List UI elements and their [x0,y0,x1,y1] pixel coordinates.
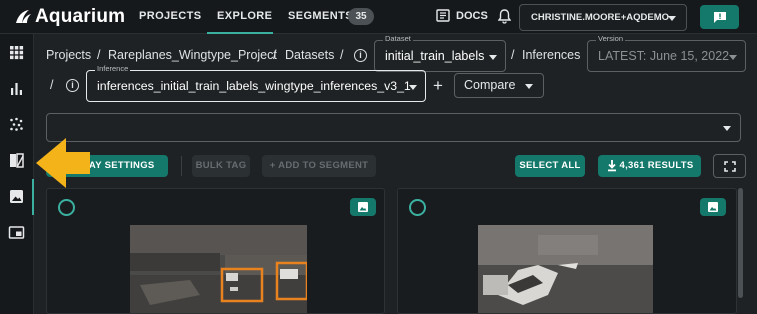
breadcrumb-datasets[interactable]: Datasets [285,48,334,62]
compare-label: Compare [464,78,516,92]
version-select-legend: Version [596,34,626,43]
compare-icon[interactable] [8,152,25,169]
result-card[interactable] [397,188,737,314]
logo-text: Aquarium [35,6,126,27]
user-menu-button[interactable]: CHRISTINE.MOORE+AQDEMO [519,4,687,31]
breadcrumb-projects[interactable]: Projects [46,48,91,62]
docs-link[interactable]: DOCS [436,9,488,22]
inference-select[interactable]: Inference inferences_initial_train_label… [86,64,426,102]
docs-icon [436,9,450,22]
fullscreen-button[interactable] [713,154,746,178]
select-checkbox[interactable] [409,199,426,216]
select-checkbox[interactable] [58,199,75,216]
user-label: CHRISTINE.MOORE+AQDEMO [531,12,670,23]
chevron-down-icon [729,55,737,60]
results-button[interactable]: 4,361 RESULTS [598,155,701,177]
bell-icon[interactable] [498,9,511,24]
aquarium-logo-icon [16,10,31,23]
aerial-image [478,225,653,313]
top-navigation-bar: Aquarium PROJECTS EXPLORE SEGMENTS 35 DO… [0,0,757,34]
nav-explore[interactable]: EXPLORE [217,10,272,22]
select-all-button[interactable]: SELECT ALL [515,155,585,177]
breadcrumb-inferences[interactable]: Inferences [522,48,580,62]
breadcrumb-separator: / [97,48,101,62]
breadcrumb-separator: / [511,48,515,62]
feedback-icon [713,11,726,23]
fullscreen-icon [724,161,736,172]
scatter-icon[interactable] [8,116,25,133]
image-badge-icon[interactable] [350,198,376,216]
version-select-value: LATEST: June 15, 2022 [598,49,730,63]
feedback-button[interactable] [700,5,739,29]
filter-input[interactable] [46,113,741,142]
arrow-annotation-icon [36,138,90,188]
image-badge-icon[interactable] [700,198,726,216]
add-to-segment-button[interactable]: + ADD TO SEGMENT [262,155,376,177]
breadcrumb-separator: / [273,48,277,62]
chevron-down-icon [489,55,497,60]
sidebar-active-indicator [32,179,34,215]
dataset-select-value: initial_train_labels [385,49,485,63]
dataset-select[interactable]: Dataset initial_train_labels [374,34,506,72]
breadcrumb-separator: / [340,48,344,62]
add-inference-icon[interactable]: + [433,76,443,96]
bulk-tag-button[interactable]: BULK TAG [192,155,250,177]
bar-chart-icon[interactable] [8,80,25,97]
dataset-info-icon[interactable]: i [354,49,367,62]
version-select[interactable]: Version LATEST: June 15, 2022 [587,34,746,72]
chevron-down-icon [409,85,417,90]
logo[interactable]: Aquarium [14,6,125,28]
docs-label: DOCS [456,9,488,22]
sidebar [0,34,34,314]
inference-select-value: inferences_initial_train_labels_wingtype… [97,79,411,93]
chevron-down-icon [668,16,676,21]
result-thumbnail[interactable] [478,225,653,313]
nav-projects[interactable]: PROJECTS [139,10,202,22]
image-icon[interactable] [8,188,25,205]
inference-info-icon[interactable]: i [66,79,79,92]
download-icon [608,160,616,172]
compare-button[interactable]: Compare [454,73,544,98]
results-scrollbar[interactable] [738,188,743,298]
nav-active-indicator [207,32,273,34]
breadcrumb-project[interactable]: Rareplanes_Wingtype_Project [108,48,277,62]
dataset-select-legend: Dataset [383,34,413,43]
result-card[interactable] [46,188,385,314]
grid-icon[interactable] [8,44,25,61]
picture-in-picture-icon[interactable] [8,224,25,241]
breadcrumb-separator: / [50,78,54,92]
result-thumbnail[interactable] [130,225,307,313]
segments-count-badge: 35 [348,8,374,25]
chevron-down-icon [525,84,533,89]
results-label: 4,361 RESULTS [619,160,694,171]
aerial-image [130,225,307,313]
inference-select-legend: Inference [95,64,131,73]
chevron-down-icon [723,126,731,131]
toolbar-divider [181,156,182,176]
nav-segments[interactable]: SEGMENTS [288,10,353,22]
